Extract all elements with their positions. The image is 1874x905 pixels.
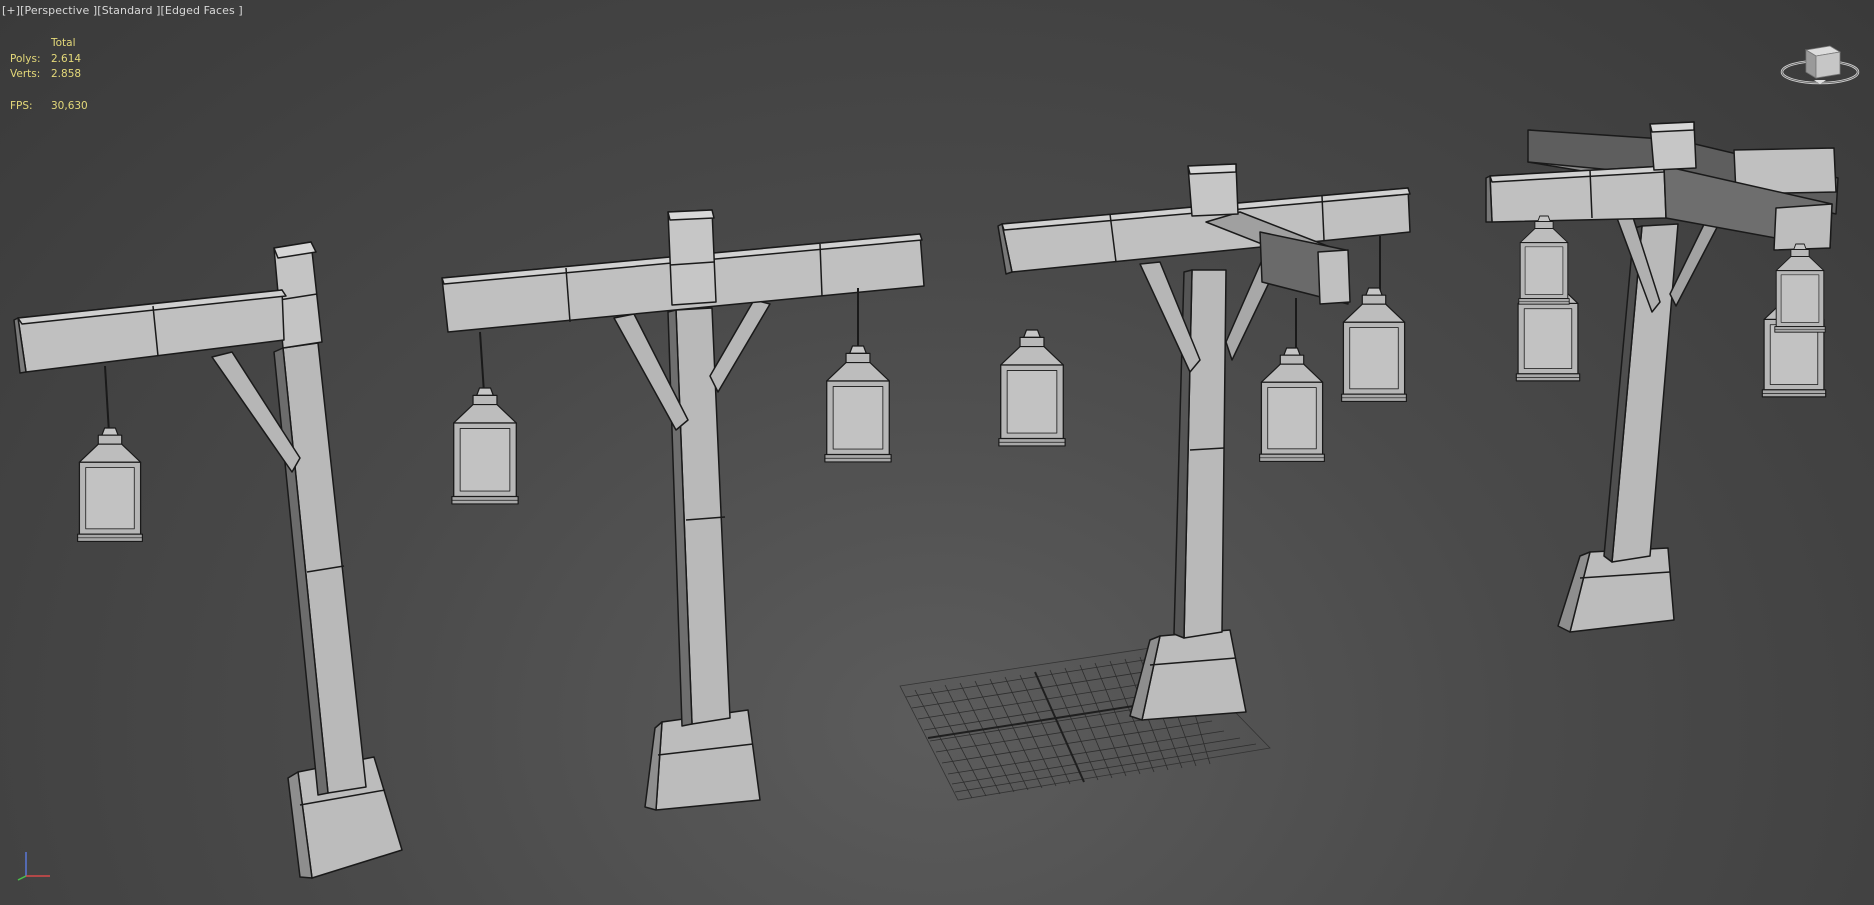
fps-value: 30,630 xyxy=(51,99,88,112)
polys-label: Polys: xyxy=(10,52,41,65)
viewport-edges-menu[interactable]: [Edged Faces ] xyxy=(161,4,243,17)
axis-tripod-icon xyxy=(17,852,50,881)
viewport-label-menu[interactable]: [+][Perspective ][Standard ][Edged Faces… xyxy=(2,4,243,17)
viewport-plus-menu[interactable]: [+] xyxy=(2,4,20,17)
lamp-post-2[interactable] xyxy=(441,209,925,811)
viewcube-icon[interactable] xyxy=(1778,40,1862,86)
lamp-post-1[interactable] xyxy=(13,241,403,879)
viewport-point-of-view-menu[interactable]: [Perspective ] xyxy=(20,4,97,17)
viewport-statistics: Total Polys: 2.614 Verts: 2.858 FPS: 30,630 xyxy=(10,36,88,114)
lamp-post-4[interactable] xyxy=(1485,121,1839,633)
scene-canvas[interactable] xyxy=(0,0,1874,905)
verts-label: Verts: xyxy=(10,68,41,80)
perspective-viewport[interactable]: [+][Perspective ][Standard ][Edged Faces… xyxy=(0,0,1874,905)
fps-label: FPS: xyxy=(10,99,33,112)
stats-header: Total xyxy=(51,37,76,49)
viewport-shading-menu[interactable]: [Standard ] xyxy=(97,4,160,17)
lamp-post-3[interactable] xyxy=(997,163,1411,721)
verts-value: 2.858 xyxy=(51,68,82,80)
polys-value: 2.614 xyxy=(51,52,82,65)
